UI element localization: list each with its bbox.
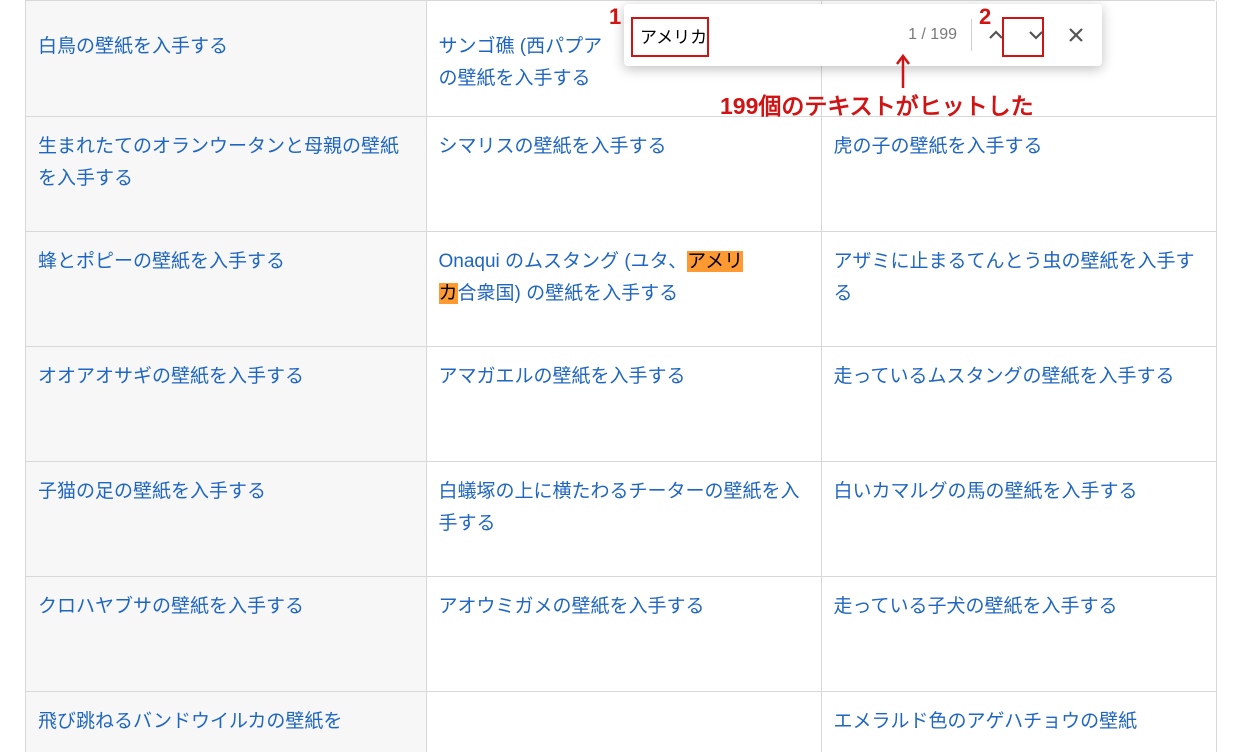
table-row: クロハヤブサの壁紙を入手する アオウミガメの壁紙を入手する 走っている子犬の壁紙… <box>26 576 1216 691</box>
find-close-button[interactable] <box>1056 15 1096 55</box>
find-highlight: カ <box>439 283 458 304</box>
find-highlight: アメリ <box>687 251 743 272</box>
link-cell[interactable]: クロハヤブサの壁紙を入手する <box>38 596 304 617</box>
chevron-down-icon <box>1026 25 1046 45</box>
link-cell[interactable]: アマガエルの壁紙を入手する <box>439 366 686 387</box>
find-next-button[interactable] <box>1016 15 1056 55</box>
table-row: 飛び跳ねるバンドウイルカの壁紙を エメラルド色のアゲハチョウの壁紙 <box>26 691 1216 752</box>
link-cell[interactable]: 走っている子犬の壁紙を入手する <box>834 596 1118 617</box>
link-cell[interactable]: 白蟻塚の上に横たわるチーターの壁紙を入手する <box>439 481 800 534</box>
link-cell[interactable]: アザミに止まるてんとう虫の壁紙を入手する <box>834 251 1195 304</box>
table-row: 子猫の足の壁紙を入手する 白蟻塚の上に横たわるチーターの壁紙を入手する 白いカマ… <box>26 461 1216 576</box>
link-cell[interactable]: エメラルド色のアゲハチョウの壁紙 <box>834 711 1138 732</box>
link-cell[interactable]: 蜂とポピーの壁紙を入手する <box>38 251 285 272</box>
find-input[interactable] <box>638 21 898 49</box>
table-row: 蜂とポピーの壁紙を入手する Onaqui のムスタング (ユタ、アメリカ合衆国)… <box>26 231 1216 346</box>
link-cell[interactable]: 生まれたてのオランウータンと母親の壁紙を入手する <box>38 136 399 189</box>
link-cell[interactable]: 子猫の足の壁紙を入手する <box>38 481 266 502</box>
find-in-page-bar: 1 / 199 <box>624 4 1102 66</box>
link-cell[interactable]: 走っているムスタングの壁紙を入手する <box>834 366 1175 387</box>
link-cell[interactable]: アオウミガメの壁紙を入手する <box>439 596 705 617</box>
find-result-count: 1 / 199 <box>898 26 967 44</box>
chevron-up-icon <box>986 25 1006 45</box>
table-row: オオアオサギの壁紙を入手する アマガエルの壁紙を入手する 走っているムスタングの… <box>26 346 1216 461</box>
table-row: 生まれたてのオランウータンと母親の壁紙を入手する シマリスの壁紙を入手する 虎の… <box>26 116 1216 231</box>
find-prev-button[interactable] <box>976 15 1016 55</box>
link-cell[interactable]: オオアオサギの壁紙を入手する <box>38 366 304 387</box>
link-cell[interactable]: 白いカマルグの馬の壁紙を入手する <box>834 481 1138 502</box>
link-cell[interactable]: 白鳥の壁紙を入手する <box>38 36 228 57</box>
separator <box>971 19 972 51</box>
link-cell[interactable]: Onaqui のムスタング (ユタ、アメリカ合衆国) の壁紙を入手する <box>439 251 744 304</box>
wallpaper-links-table: 白鳥の壁紙を入手する サンゴ礁 (西パプアの壁紙を入手する 棒を持つ人の壁紙を入… <box>25 0 1215 752</box>
close-icon <box>1067 26 1085 44</box>
link-cell[interactable]: サンゴ礁 (西パプアの壁紙を入手する <box>439 36 603 89</box>
link-cell[interactable]: 虎の子の壁紙を入手する <box>834 136 1043 157</box>
link-cell[interactable]: シマリスの壁紙を入手する <box>439 136 667 157</box>
link-cell[interactable]: 飛び跳ねるバンドウイルカの壁紙を <box>38 711 342 732</box>
